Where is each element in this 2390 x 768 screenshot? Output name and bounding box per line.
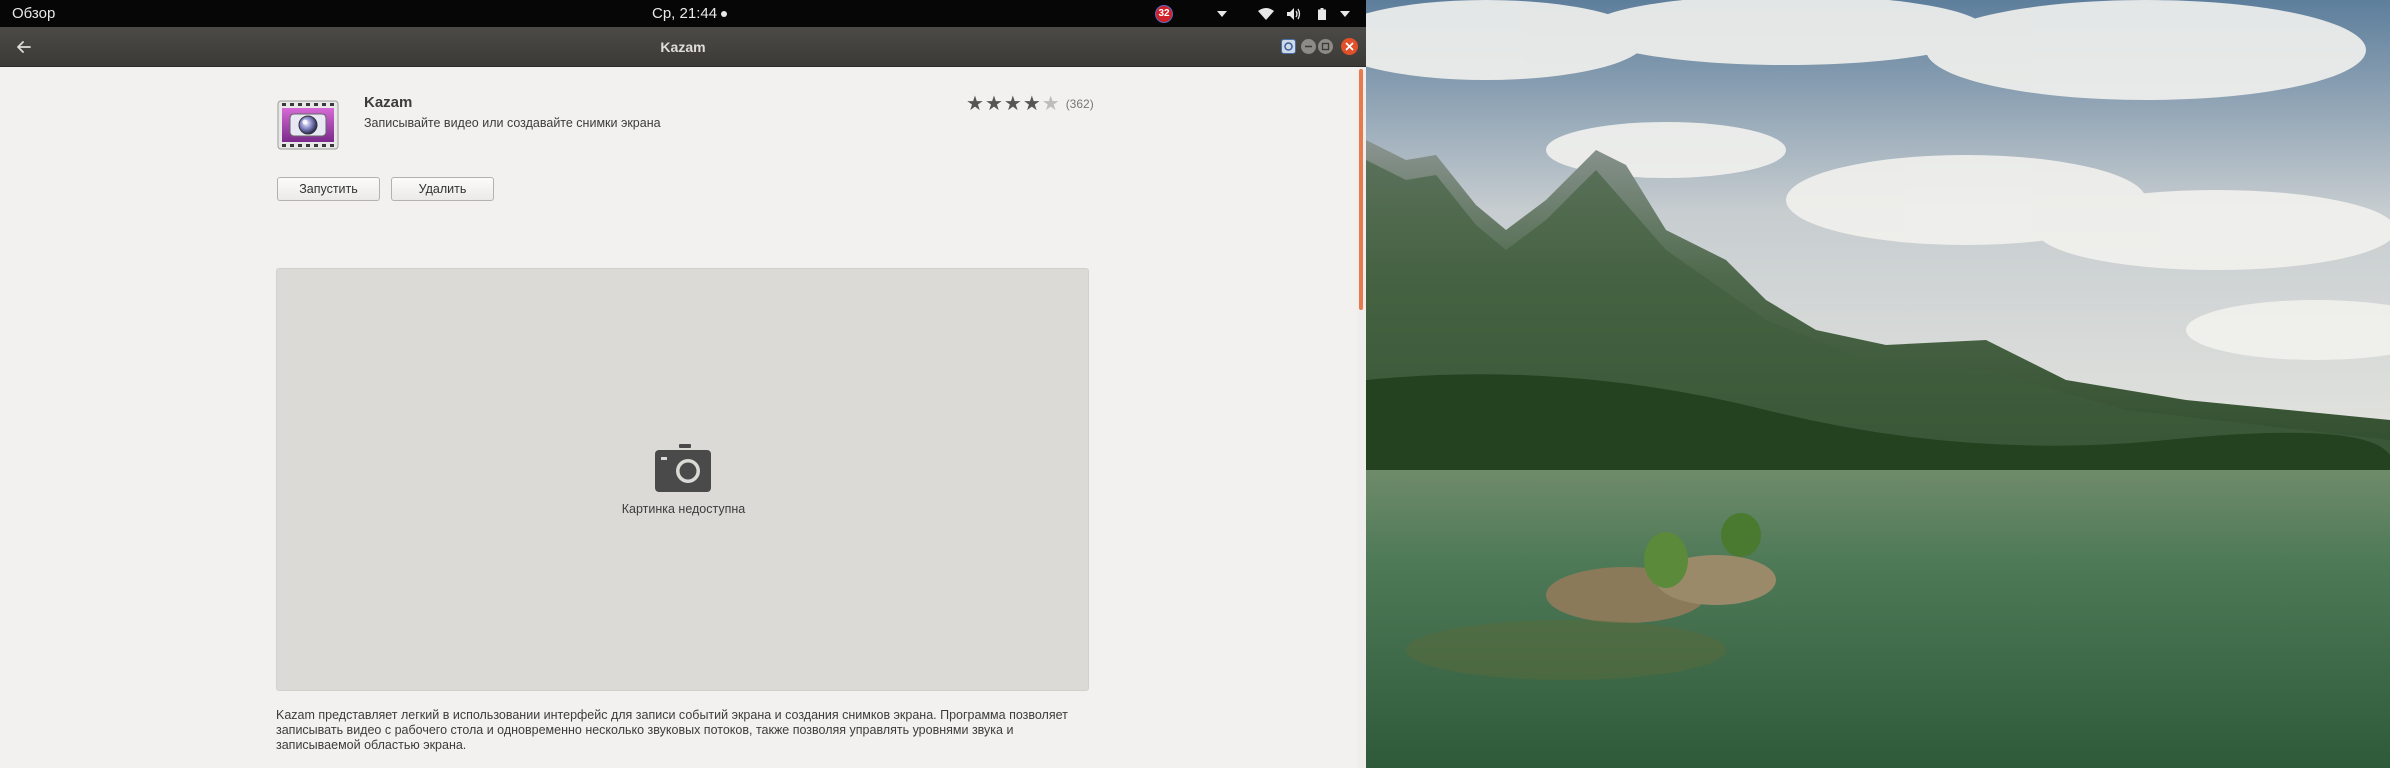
screenshot-unavailable-label: Картинка недоступна — [621, 502, 746, 516]
notification-badge: 32 — [1155, 4, 1173, 23]
star-icon-filled: ★ — [1003, 93, 1022, 115]
star-icon-filled: ★ — [966, 93, 984, 115]
gnome-software-window: Kazam Kazam Записывайте видео или создав… — [0, 27, 1366, 768]
desktop-wallpaper — [1366, 0, 2390, 768]
app-name: Kazam — [364, 94, 413, 111]
description-line: Kazam представляет легкий в использовани… — [276, 708, 1068, 722]
star-icon-filled: ★ — [1022, 93, 1041, 115]
clock[interactable]: Ср, 21:44 — [652, 5, 728, 22]
clock-notification-dot — [721, 11, 728, 18]
star-icon-filled: ★ — [984, 93, 1003, 115]
window-title: Kazam — [660, 39, 706, 55]
camera-icon — [654, 442, 712, 494]
battery-icon[interactable] — [1312, 0, 1332, 27]
rating: ★ ★ ★ ★ ★ (362) — [966, 94, 1094, 114]
star-icon-empty: ★ — [1041, 93, 1060, 115]
maximize-icon — [1321, 42, 1330, 51]
window-menu-button[interactable] — [1281, 39, 1296, 54]
remove-button[interactable]: Удалить — [391, 177, 494, 201]
launch-button[interactable]: Запустить — [277, 177, 380, 201]
close-button[interactable] — [1341, 38, 1358, 55]
tray-dropdown-chevron-icon[interactable] — [1212, 0, 1232, 27]
maximize-button[interactable] — [1318, 39, 1333, 54]
minimize-button[interactable] — [1301, 39, 1316, 54]
wifi-icon[interactable] — [1256, 0, 1276, 27]
headerbar: Kazam — [0, 27, 1366, 67]
volume-icon[interactable] — [1284, 0, 1304, 27]
clock-label: Ср, 21:44 — [652, 5, 718, 22]
system-menu-chevron-icon[interactable] — [1335, 0, 1355, 27]
description-line: записывать видео с рабочего стола и одно… — [276, 723, 1014, 737]
tray-app-indicator[interactable]: 32 — [1153, 0, 1175, 27]
app-description: Kazam представляет легкий в использовани… — [276, 708, 1076, 753]
screenshot-placeholder: Картинка недоступна — [276, 268, 1089, 691]
scrollbar-thumb[interactable] — [1359, 69, 1363, 310]
kazam-app-icon — [276, 97, 340, 153]
app-summary: Записывайте видео или создавайте снимки … — [364, 116, 661, 130]
minimize-icon — [1305, 45, 1312, 48]
description-line: записываемой областью экрана. — [276, 738, 467, 752]
top-panel: Обзор Ср, 21:44 32 — [0, 0, 1366, 27]
close-icon — [1345, 42, 1354, 51]
activities-button[interactable]: Обзор — [12, 5, 55, 22]
app-menu-icon — [1284, 42, 1293, 51]
rating-count[interactable]: (362) — [1066, 94, 1094, 114]
